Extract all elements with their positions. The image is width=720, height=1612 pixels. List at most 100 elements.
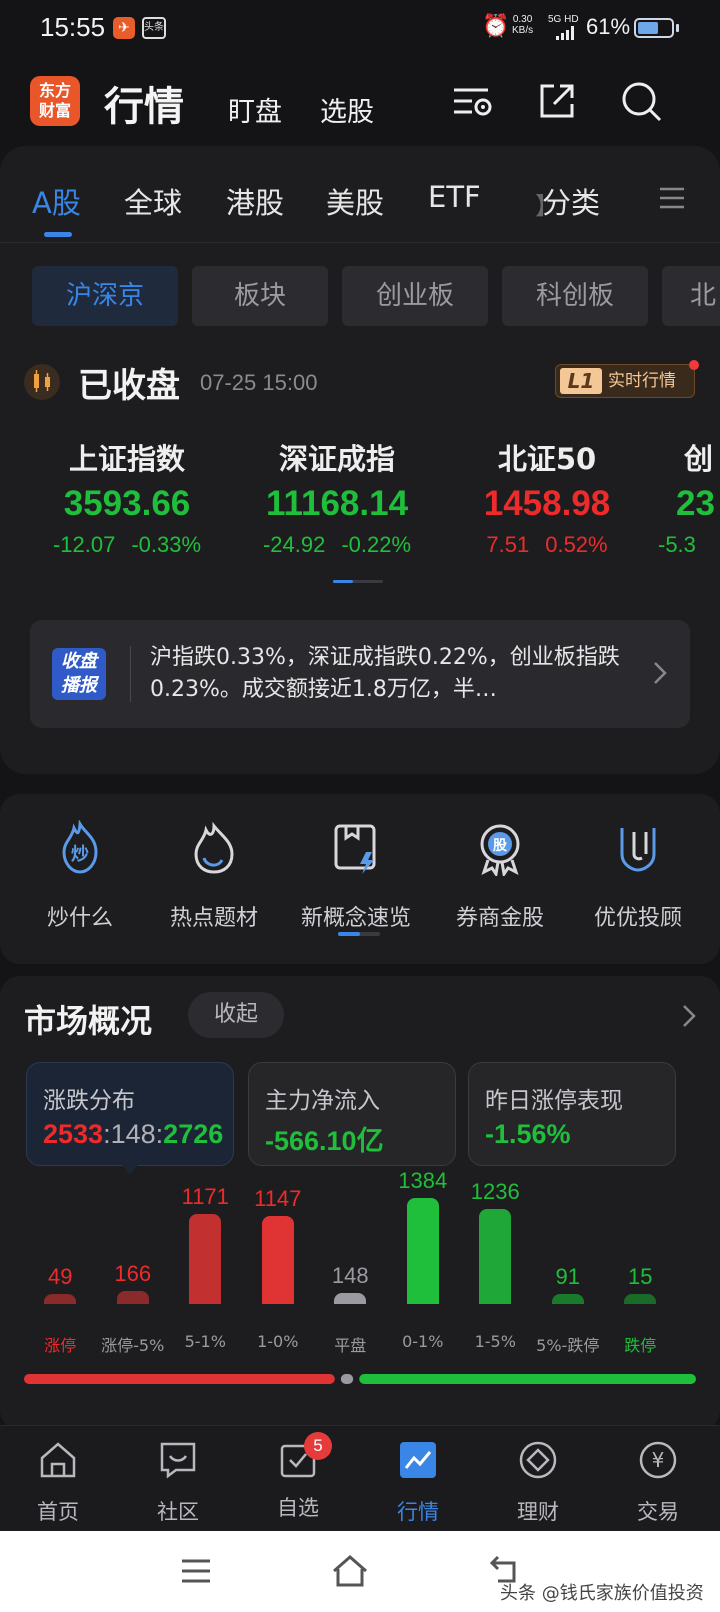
index-change-pct: 0.52% — [545, 532, 608, 556]
limit-up-performance-box[interactable]: 昨日涨停表现 -1.56% — [468, 1062, 676, 1166]
index-name: 深证成指 — [278, 442, 395, 476]
distribution-bar — [551, 1294, 584, 1304]
search-icon[interactable] — [618, 78, 664, 124]
distribution-bar-value: 1171 — [181, 1184, 229, 1210]
settings-list-icon[interactable] — [450, 78, 496, 124]
index-name: 创 — [684, 442, 714, 476]
menu-icon[interactable] — [658, 186, 686, 210]
index-card-sz[interactable]: 深证成指 11168.14 -24.92 -0.22% — [232, 436, 442, 556]
system-nav-bar: 头条 @钱氏家族价值投资 — [0, 1531, 720, 1612]
distribution-bar — [116, 1291, 149, 1304]
subtab-bei[interactable]: 北 — [662, 266, 720, 326]
index-card-bz50[interactable]: 北证50 1458.98 7.51 0.52% — [442, 436, 652, 556]
shortcut-hot-topics[interactable]: 热点题材 — [144, 820, 284, 932]
index-change-abs: -24.92 — [262, 532, 326, 556]
distribution-bar — [624, 1294, 657, 1304]
app-logo[interactable]: 东方 财富 — [30, 76, 80, 126]
tab-a-share[interactable]: A股 — [32, 180, 81, 222]
distribution-category-label: 1-0% — [257, 1332, 299, 1351]
market-overview-card: 市场概况 收起 涨跌分布 2533:148:2726 主力净流入 -566.10… — [0, 976, 720, 1430]
index-change-abs: -12.07 — [52, 532, 116, 556]
realtime-label: 实时行情 — [608, 371, 676, 391]
shortcut-label: 优优投顾 — [593, 906, 682, 931]
tabs-divider — [0, 242, 720, 243]
watchlist-icon-wrap: 5 — [276, 1432, 332, 1482]
close-broadcast[interactable]: 收盘 播报 沪指跌0.33%，深证成指跌0.22%，创业板指跌0.23%。成交额… — [30, 620, 690, 728]
index-change: -5.3 — [658, 532, 720, 556]
index-change: -12.07 -0.33% — [22, 532, 232, 556]
tab-us[interactable]: 美股 — [326, 180, 384, 222]
distribution-category-label: 1-5% — [474, 1332, 516, 1351]
net-inflow-value: -566.10亿 — [265, 1126, 384, 1156]
index-change: -24.92 -0.22% — [232, 532, 442, 556]
page-title: 行情 — [104, 84, 184, 130]
subtab-star[interactable]: 科创板 — [502, 266, 648, 326]
network-speed-unit: KB/s — [512, 25, 534, 36]
tab-hk[interactable]: 港股 — [226, 180, 284, 222]
alarm-icon: ⏰ — [482, 14, 510, 39]
shortcut-new-concept[interactable]: 新概念速览 — [286, 820, 426, 932]
nav-wealth[interactable]: 理财 — [488, 1438, 588, 1526]
shortcut-advisor[interactable]: 优优投顾 — [568, 820, 708, 932]
ratio-down-segment — [359, 1374, 696, 1384]
main-net-inflow-box[interactable]: 主力净流入 -566.10亿 — [248, 1062, 456, 1166]
distribution-category-label: 涨停-5% — [101, 1336, 165, 1355]
home-icon[interactable] — [330, 1553, 370, 1589]
distribution-chart: 49 涨停 166 涨停-5% 1171 5-1% 1147 1-0% 148 平盘 1384 0-1… — [0, 1168, 720, 1355]
shortcut-chao[interactable]: 炒 炒什么 — [10, 819, 150, 932]
share-icon[interactable] — [534, 78, 580, 124]
tab-etf[interactable]: ETF — [428, 180, 481, 214]
index-card-cy[interactable]: 创 23 -5.3 — [658, 436, 720, 556]
distribution-bar-value: 148 — [331, 1262, 369, 1288]
shortcut-label: 炒什么 — [46, 906, 113, 931]
subtab-hushenjing[interactable]: 沪深京 — [32, 266, 178, 326]
shortcut-pager — [338, 932, 380, 936]
distribution-category-label: 0-1% — [402, 1332, 444, 1351]
index-card-sh[interactable]: 上证指数 3593.66 -12.07 -0.33% — [22, 436, 232, 556]
distribution-bar — [479, 1209, 512, 1304]
nav-label: 首页 — [37, 1500, 79, 1524]
index-value: 3593.66 — [63, 484, 191, 523]
market-status-row: 已收盘 07-25 15:00 L1 实时行情 — [0, 352, 720, 412]
rise-fall-distribution-box[interactable]: 涨跌分布 2533:148:2726 — [26, 1062, 234, 1166]
toutiao-notification-icon: 头条 — [142, 17, 166, 39]
watch-link[interactable]: 盯盘 — [228, 90, 282, 129]
index-name: 北证50 — [497, 442, 597, 476]
network-speed-value: 0.30 — [512, 14, 533, 25]
bottom-nav: 首页 社区 5 自选 行情 理财 ¥ 交易 — [0, 1425, 720, 1531]
battery-percent: 61% — [586, 14, 631, 39]
nav-market[interactable]: 行情 — [368, 1438, 468, 1526]
subtab-chinext[interactable]: 创业板 — [342, 266, 488, 326]
svg-text:¥: ¥ — [652, 1448, 665, 1472]
tab-indicator — [44, 232, 72, 237]
signal-label: 5G HD — [548, 14, 579, 25]
distribution-bar-value: 1147 — [254, 1186, 302, 1212]
nav-watchlist[interactable]: 5 自选 — [248, 1432, 348, 1522]
stock-picker-link[interactable]: 选股 — [320, 90, 374, 129]
menu-icon[interactable] — [176, 1553, 216, 1589]
nav-trade[interactable]: ¥ 交易 — [608, 1438, 708, 1526]
distribution-bar — [334, 1292, 367, 1304]
distribution-bar — [261, 1216, 294, 1304]
chevron-right-icon[interactable] — [682, 1004, 696, 1028]
tab-global[interactable]: 全球 — [124, 180, 182, 222]
tab-category[interactable]: 分类 — [542, 180, 600, 222]
subtab-sector[interactable]: 板块 — [192, 266, 328, 326]
index-change-pct: -0.33% — [131, 532, 202, 556]
ratio-flat-segment — [340, 1374, 354, 1384]
collapse-button[interactable]: 收起 — [188, 992, 284, 1038]
gold-stock-glyph: 股 — [493, 838, 508, 854]
wealth-icon — [519, 1441, 557, 1479]
nav-community[interactable]: 社区 — [128, 1438, 228, 1526]
l1-realtime-badge[interactable]: L1 实时行情 — [555, 364, 695, 398]
market-closed-title: 已收盘 — [78, 366, 180, 406]
nav-home[interactable]: 首页 — [8, 1438, 108, 1526]
box-pointer — [122, 1165, 138, 1175]
fall-count: 2726 — [163, 1119, 224, 1149]
watermark: 头条 @钱氏家族价值投资 — [500, 1583, 704, 1604]
flat-count: 148 — [110, 1119, 156, 1149]
shortcut-gold-stock[interactable]: 股 券商金股 — [430, 820, 570, 932]
battery-tip — [676, 24, 679, 32]
fire-chao-icon: 炒 — [62, 819, 98, 874]
distribution-bar-value: 1236 — [470, 1179, 520, 1205]
